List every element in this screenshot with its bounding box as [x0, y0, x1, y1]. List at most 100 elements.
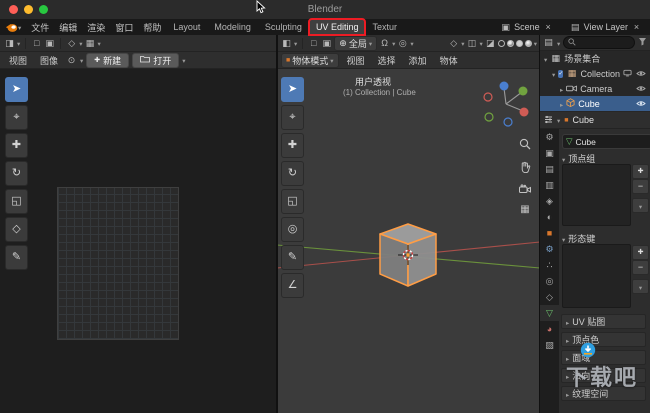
expand-icon[interactable] [560, 99, 563, 109]
vp-tool-cursor[interactable]: ⌖ [281, 105, 304, 130]
workspace-tab-layout[interactable]: Layout [166, 19, 207, 35]
uv-tool-annotate[interactable]: ✎ [5, 245, 28, 270]
proportional-edit-icon[interactable]: ◎ [397, 37, 408, 50]
tab-render-icon[interactable]: ▣ [540, 145, 559, 161]
panel-uv-maps[interactable]: UV 贴图 [561, 314, 646, 329]
expand-icon[interactable] [544, 54, 547, 64]
menu-edit[interactable]: 编辑 [54, 19, 82, 35]
outliner-editor-type-icon[interactable]: ▤ [543, 36, 554, 49]
editor-divider[interactable] [276, 35, 278, 413]
vp-tool-tweak[interactable]: ➤ [281, 77, 304, 102]
shape-key-remove-button[interactable]: − [632, 260, 649, 275]
menu-file[interactable]: 文件 [26, 19, 54, 35]
vp-menu-add[interactable]: 添加 [404, 54, 432, 67]
workspace-tab-sculpting[interactable]: Sculpting [258, 19, 309, 35]
shape-key-specials-button[interactable] [632, 279, 649, 294]
caret-down-icon[interactable] [80, 55, 83, 65]
caret-down-icon[interactable] [98, 38, 101, 48]
uv-select-vertex-icon[interactable]: □ [31, 37, 42, 50]
gizmo-toggle-icon[interactable]: ◇ [448, 37, 459, 50]
panel-divider[interactable] [539, 35, 540, 413]
minimize-window-button[interactable] [24, 5, 33, 14]
menu-window[interactable]: 窗口 [110, 19, 138, 35]
editor-type-image-icon[interactable]: ◨ [4, 37, 15, 50]
scene-unlink-icon[interactable]: × [543, 21, 554, 34]
uv-tool-transform[interactable]: ◇ [5, 217, 28, 242]
caret-down-icon[interactable] [392, 38, 395, 48]
pan-hand-icon[interactable] [520, 161, 531, 176]
expand-icon[interactable] [552, 69, 555, 79]
shape-key-add-button[interactable]: ✚ [632, 245, 649, 260]
shape-keys-list[interactable] [562, 244, 631, 308]
vp-menu-view[interactable]: 视图 [342, 54, 370, 67]
tab-modifiers-icon[interactable]: ⚙ [540, 241, 559, 257]
view-layer-name[interactable]: View Layer [584, 22, 628, 32]
uv-tool-scale[interactable]: ◱ [5, 189, 28, 214]
blender-logo-icon[interactable] [0, 19, 26, 35]
vp-tool-annotate[interactable]: ✎ [281, 245, 304, 270]
menu-help[interactable]: 帮助 [138, 19, 166, 35]
zoom-window-button[interactable] [39, 5, 48, 14]
pivot-icon[interactable]: ⊙ [66, 54, 77, 67]
vertex-group-add-button[interactable]: ✚ [632, 164, 649, 179]
vertex-groups-list[interactable] [562, 164, 631, 226]
shading-material-icon[interactable] [516, 40, 523, 47]
tab-constraints-icon[interactable]: ◇ [540, 289, 559, 305]
tab-material-icon[interactable]: ◕ [540, 321, 559, 337]
outliner-row-scene-collection[interactable]: ▦ 场景集合 [540, 51, 650, 66]
mode-dropdown[interactable]: ■ 物体模式 [281, 53, 339, 68]
tab-texture-icon[interactable]: ▨ [540, 337, 559, 353]
xray-toggle-icon[interactable]: ◪ [485, 37, 496, 50]
snap-magnet-icon[interactable]: Ω [379, 37, 390, 50]
camera-view-icon[interactable] [519, 184, 531, 197]
vp-tool-measure[interactable]: ∠ [281, 273, 304, 298]
outliner-search-input[interactable] [563, 36, 635, 49]
transform-orientation-dropdown[interactable]: ⊕ 全局 [334, 36, 377, 51]
tab-particles-icon[interactable]: ∴ [540, 257, 559, 273]
uv-sync-icon[interactable]: ◇ [66, 37, 77, 50]
tab-tool-icon[interactable]: ⚙ [540, 129, 559, 145]
shading-solid-icon[interactable] [507, 40, 514, 47]
caret-down-icon[interactable] [479, 38, 482, 48]
workspace-tab-modeling[interactable]: Modeling [207, 19, 258, 35]
tab-view-layer-icon[interactable]: ▥ [540, 177, 559, 193]
caret-down-icon[interactable] [557, 115, 560, 125]
outliner-row-camera[interactable]: Camera [540, 81, 650, 96]
tab-object-data-icon[interactable]: ▽ [540, 305, 559, 321]
uv-tool-cursor[interactable]: ⌖ [5, 105, 28, 130]
menu-render[interactable]: 渲染 [82, 19, 110, 35]
caret-down-icon[interactable] [79, 38, 82, 48]
new-image-button[interactable]: ✚ 新建 [86, 53, 129, 68]
screen-icon[interactable] [623, 69, 632, 79]
uv-select-face-icon[interactable]: ▣ [44, 37, 55, 50]
workspace-tab-uv-editing[interactable]: UV Editing [309, 19, 366, 35]
overlays-toggle-icon[interactable]: ◫ [466, 37, 477, 50]
uv-menu-view[interactable]: 视图 [4, 54, 32, 67]
tab-world-icon[interactable]: ◐ [540, 209, 559, 225]
outliner-row-collection[interactable]: ▦ Collection [540, 66, 650, 81]
vp-tool-scale[interactable]: ◱ [281, 189, 304, 214]
caret-down-icon[interactable] [534, 38, 537, 48]
ortho-toggle-icon[interactable]: ▦ [520, 205, 529, 215]
uv-tool-rotate[interactable]: ↻ [5, 161, 28, 186]
caret-down-icon[interactable] [182, 55, 185, 65]
vertex-group-remove-button[interactable]: − [632, 179, 649, 194]
properties-editor-type-icon[interactable] [544, 115, 553, 126]
uv-display-icon[interactable]: ▦ [85, 37, 96, 50]
tab-object-icon[interactable]: ■ [540, 225, 559, 241]
workspace-tab-texture-paint[interactable]: Textur [365, 19, 404, 35]
scene-name[interactable]: Scene [514, 22, 540, 32]
shading-wireframe-icon[interactable] [498, 40, 505, 47]
tab-scene-icon[interactable]: ◈ [540, 193, 559, 209]
eye-icon[interactable] [636, 84, 646, 94]
open-image-button[interactable]: 打开 [132, 53, 179, 68]
caret-down-icon[interactable] [17, 38, 20, 48]
vp-tool-move[interactable]: ✚ [281, 133, 304, 158]
eye-icon[interactable] [636, 99, 646, 109]
select-mode-2-icon[interactable]: ▣ [321, 37, 332, 50]
caret-down-icon[interactable] [294, 38, 297, 48]
caret-down-icon[interactable] [410, 38, 413, 48]
vp-menu-object[interactable]: 物体 [435, 54, 463, 67]
vp-tool-transform[interactable]: ◎ [281, 217, 304, 242]
caret-down-icon[interactable] [461, 38, 464, 48]
